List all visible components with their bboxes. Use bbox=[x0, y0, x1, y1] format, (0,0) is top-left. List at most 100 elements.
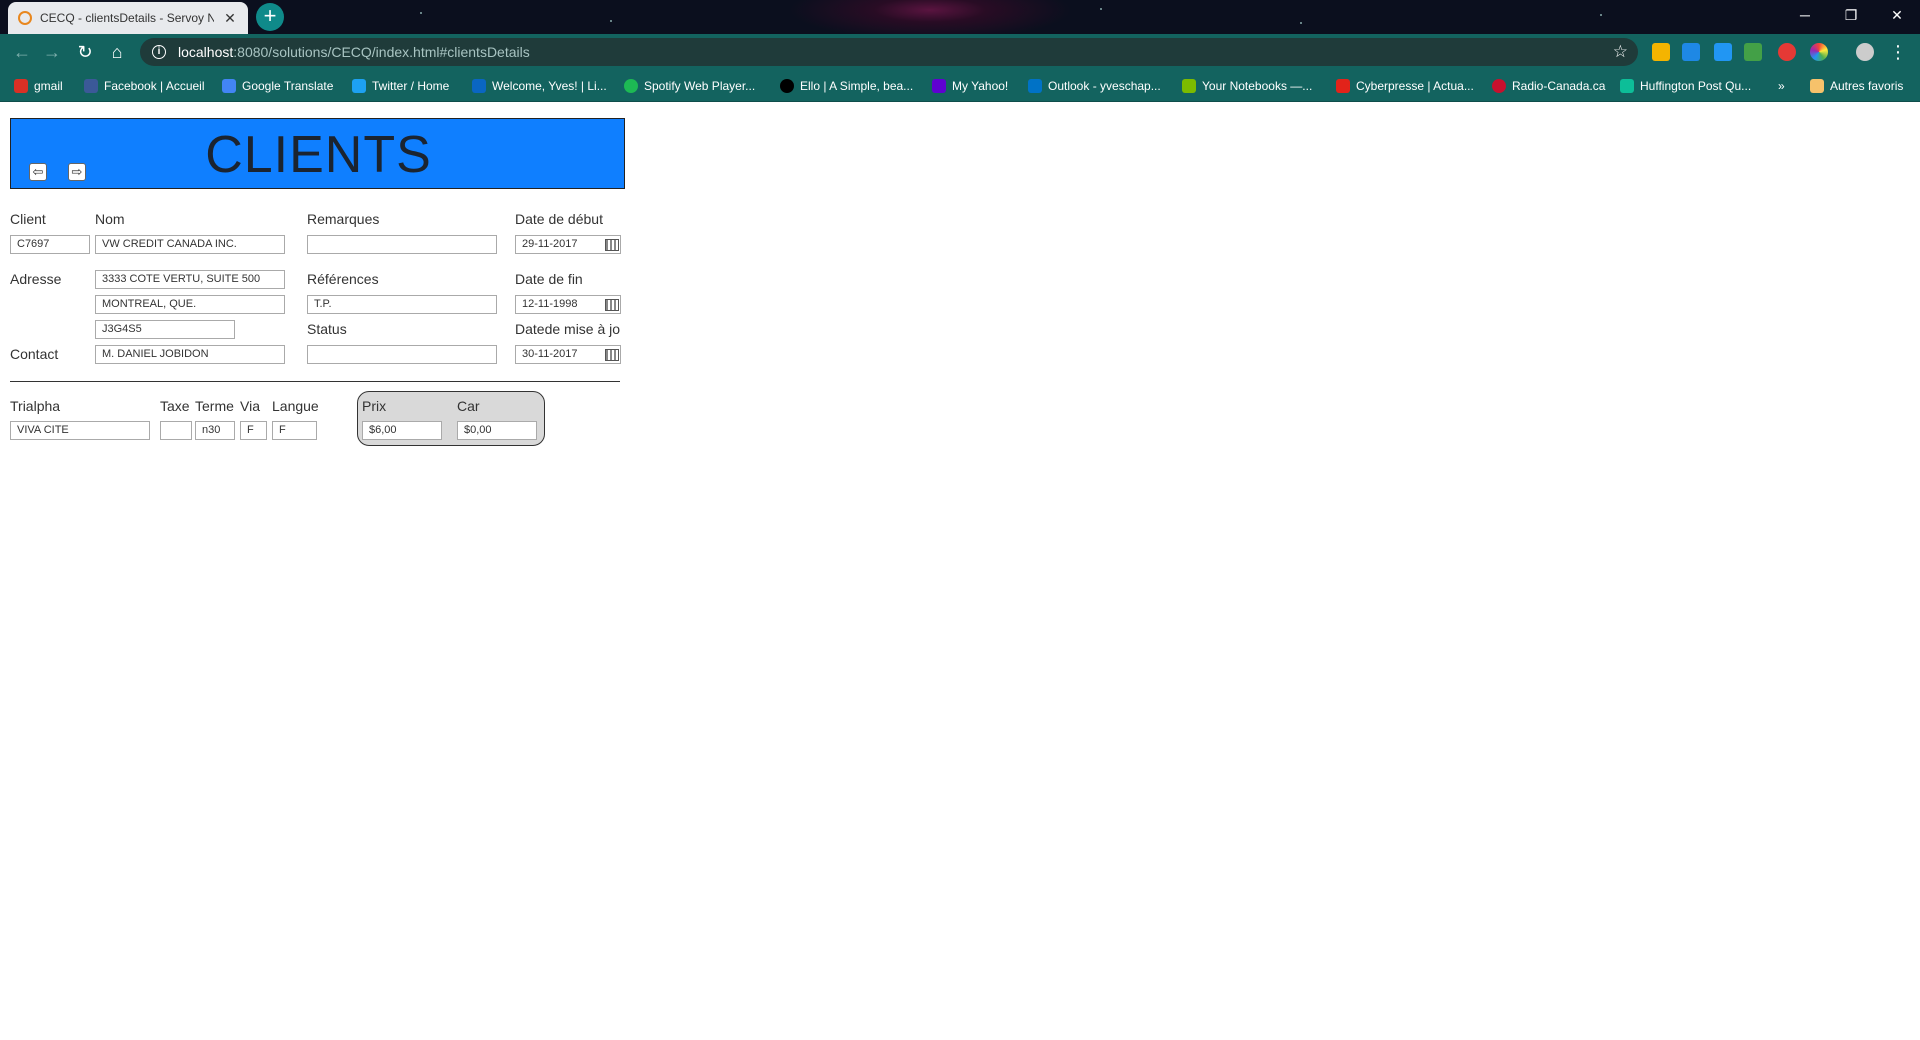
remarques-field[interactable] bbox=[307, 235, 497, 254]
via-field[interactable]: F bbox=[240, 421, 267, 440]
background-star bbox=[1100, 8, 1102, 10]
bookmark-label: Cyberpresse | Actua... bbox=[1356, 79, 1474, 93]
bookmark-star-icon[interactable]: ☆ bbox=[1613, 42, 1628, 62]
bookmark-label: My Yahoo! bbox=[952, 79, 1009, 93]
back-arrow-icon[interactable]: ← bbox=[10, 40, 34, 64]
minimize-icon[interactable]: ─ bbox=[1782, 0, 1828, 30]
car-field[interactable]: $0,00 bbox=[457, 421, 537, 440]
bookmark-linkedin[interactable]: Welcome, Yves! | Li... bbox=[472, 77, 607, 95]
bookmark-label: Radio-Canada.ca bbox=[1512, 79, 1606, 93]
car-label: Car bbox=[457, 398, 480, 414]
adresse-line2-field[interactable]: MONTREAL, QUE. bbox=[95, 295, 285, 314]
page-title: CLIENTS bbox=[205, 126, 432, 184]
form-header: CLIENTS ⇦ ⇨ bbox=[10, 118, 625, 189]
terme-label: Terme bbox=[195, 398, 234, 414]
trialpha-field[interactable]: VIVA CITE bbox=[10, 421, 150, 440]
bookmark-label: Google Translate bbox=[242, 79, 334, 93]
references-field[interactable]: T.P. bbox=[307, 295, 497, 314]
address-bar[interactable]: i localhost:8080/solutions/CECQ/index.ht… bbox=[140, 38, 1638, 66]
bookmark-label: Your Notebooks —... bbox=[1202, 79, 1313, 93]
new-tab-button[interactable]: + bbox=[256, 3, 284, 31]
yahoo-icon bbox=[932, 79, 946, 93]
gmail-icon bbox=[14, 79, 28, 93]
prix-field[interactable]: $6,00 bbox=[362, 421, 442, 440]
date-debut-label: Date de début bbox=[515, 211, 603, 227]
references-label: Références bbox=[307, 271, 379, 287]
bookmark-ello[interactable]: Ello | A Simple, bea... bbox=[780, 77, 913, 95]
facebook-icon bbox=[84, 79, 98, 93]
calendar-icon[interactable] bbox=[605, 239, 619, 251]
bookmark-google-translate[interactable]: Google Translate bbox=[222, 77, 333, 95]
langue-field[interactable]: F bbox=[272, 421, 317, 440]
huffington-icon bbox=[1620, 79, 1634, 93]
menu-dots-icon[interactable]: ⋮ bbox=[1886, 40, 1910, 64]
bookmark-spotify[interactable]: Spotify Web Player... bbox=[624, 77, 755, 95]
browser-titlebar: CECQ - clientsDetails - Servoy NG ✕ + ─ … bbox=[0, 0, 1920, 34]
bookmark-label: Twitter / Home bbox=[372, 79, 450, 93]
bookmark-facebook[interactable]: Facebook | Accueil bbox=[84, 77, 205, 95]
status-field[interactable] bbox=[307, 345, 497, 364]
more-bookmarks-button[interactable]: » bbox=[1778, 77, 1785, 95]
bookmark-cyberpresse[interactable]: Cyberpresse | Actua... bbox=[1336, 77, 1474, 95]
date-fin-label: Date de fin bbox=[515, 271, 583, 287]
close-window-icon[interactable]: ✕ bbox=[1874, 0, 1920, 30]
bookmark-label: Autres favoris bbox=[1830, 79, 1904, 93]
bookmark-radio-canada[interactable]: Radio-Canada.ca bbox=[1492, 77, 1605, 95]
extension-window-icon[interactable] bbox=[1714, 43, 1732, 61]
spotify-icon bbox=[624, 79, 638, 93]
extension-new-icon[interactable] bbox=[1744, 43, 1762, 61]
reload-icon[interactable]: ↻ bbox=[73, 40, 97, 64]
bookmarks-bar: gmail Facebook | Accueil Google Translat… bbox=[0, 70, 1920, 102]
restore-icon[interactable]: ❐ bbox=[1828, 0, 1874, 30]
taxe-label: Taxe bbox=[160, 398, 190, 414]
taxe-field[interactable] bbox=[160, 421, 192, 440]
status-label: Status bbox=[307, 321, 347, 337]
calendar-icon[interactable] bbox=[605, 299, 619, 311]
radio-canada-icon bbox=[1492, 79, 1506, 93]
bookmark-outlook[interactable]: Outlook - yveschap... bbox=[1028, 77, 1161, 95]
extension-color-icon[interactable] bbox=[1810, 43, 1828, 61]
url-host: localhost bbox=[178, 44, 234, 60]
calendar-icon[interactable] bbox=[605, 349, 619, 361]
other-bookmarks-folder[interactable]: Autres favoris bbox=[1810, 77, 1903, 95]
trialpha-label: Trialpha bbox=[10, 398, 61, 414]
forward-arrow-icon[interactable]: → bbox=[40, 40, 64, 64]
contact-label: Contact bbox=[10, 346, 59, 362]
bookmark-twitter[interactable]: Twitter / Home bbox=[352, 77, 449, 95]
background-star bbox=[1300, 22, 1302, 24]
extension-record-icon[interactable] bbox=[1778, 43, 1796, 61]
bookmark-huffington[interactable]: Huffington Post Qu... bbox=[1620, 77, 1751, 95]
profile-avatar[interactable] bbox=[1856, 43, 1874, 61]
lapresse-icon bbox=[1336, 79, 1350, 93]
google-translate-icon bbox=[222, 79, 236, 93]
client-label: Client bbox=[10, 211, 46, 227]
bookmark-gmail[interactable]: gmail bbox=[14, 77, 63, 95]
bookmark-label: Huffington Post Qu... bbox=[1640, 79, 1752, 93]
adresse-line3-field[interactable]: J3G4S5 bbox=[95, 320, 235, 339]
bookmark-label: Spotify Web Player... bbox=[644, 79, 756, 93]
page-content: CLIENTS ⇦ ⇨ Client Nom Remarques Date de… bbox=[0, 103, 1920, 1040]
folder-icon bbox=[1810, 79, 1824, 93]
outlook-icon bbox=[1028, 79, 1042, 93]
bookmark-label: gmail bbox=[34, 79, 63, 93]
extension-new-s-icon[interactable] bbox=[1682, 43, 1700, 61]
next-record-icon[interactable]: ⇨ bbox=[68, 163, 86, 181]
extension-notes-icon[interactable] bbox=[1652, 43, 1670, 61]
notebooks-icon bbox=[1182, 79, 1196, 93]
home-icon[interactable]: ⌂ bbox=[105, 40, 129, 64]
contact-field[interactable]: M. DANIEL JOBIDON bbox=[95, 345, 285, 364]
nom-field[interactable]: VW CREDIT CANADA INC. bbox=[95, 235, 285, 254]
site-info-icon[interactable]: i bbox=[152, 45, 166, 59]
tab-close-icon[interactable]: ✕ bbox=[222, 10, 238, 27]
remarques-label: Remarques bbox=[307, 211, 380, 227]
browser-tab-active[interactable]: CECQ - clientsDetails - Servoy NG ✕ bbox=[8, 2, 248, 34]
servoy-favicon-icon bbox=[18, 11, 32, 25]
bookmark-notebooks[interactable]: Your Notebooks —... bbox=[1182, 77, 1312, 95]
client-field[interactable]: C7697 bbox=[10, 235, 90, 254]
previous-record-icon[interactable]: ⇦ bbox=[29, 163, 47, 181]
adresse-line1-field[interactable]: 3333 COTE VERTU, SUITE 500 bbox=[95, 270, 285, 289]
bookmark-yahoo[interactable]: My Yahoo! bbox=[932, 77, 1008, 95]
bookmark-label: Welcome, Yves! | Li... bbox=[492, 79, 607, 93]
url-path: :8080/solutions/CECQ/index.html#clientsD… bbox=[233, 44, 530, 60]
terme-field[interactable]: n30 bbox=[195, 421, 235, 440]
